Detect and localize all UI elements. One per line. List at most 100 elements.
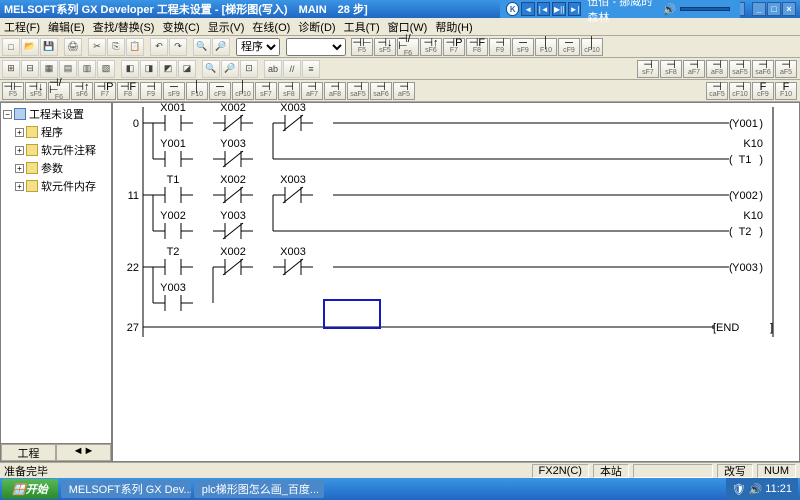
fkey-F7[interactable]: ⊣PF7: [94, 82, 116, 100]
fkey-F7[interactable]: ⊣PF7: [443, 38, 465, 56]
fkey-sF7[interactable]: ⊣sF7: [637, 60, 659, 78]
player-play-button[interactable]: ▶||: [552, 2, 565, 16]
fkey-F5[interactable]: ⊣⊢F5: [351, 38, 373, 56]
fkey-sF7[interactable]: ⊣sF7: [255, 82, 277, 100]
find-button[interactable]: 🔍: [193, 38, 211, 56]
save-button[interactable]: 💾: [40, 38, 58, 56]
menu-project[interactable]: 工程(F): [4, 19, 40, 35]
device-select[interactable]: [286, 38, 346, 56]
new-button[interactable]: □: [2, 38, 20, 56]
fkey-cF9[interactable]: ─cF9: [209, 82, 231, 100]
fkey-F9[interactable]: ⊣F9: [140, 82, 162, 100]
paste-button[interactable]: 📋: [126, 38, 144, 56]
tb2-i[interactable]: ◩: [159, 60, 177, 78]
tb2-zoom-fit[interactable]: ⊡: [240, 60, 258, 78]
tree-root[interactable]: 工程未设置: [29, 106, 84, 122]
fkey-aF5[interactable]: ⊣aF5: [393, 82, 415, 100]
tray-icon[interactable]: 🛡: [732, 483, 746, 496]
menu-search[interactable]: 查找/替换(S): [93, 19, 155, 35]
fkey-F6[interactable]: ⊣/⊢F6: [48, 82, 70, 100]
fkey-saF5[interactable]: ⊣saF5: [347, 82, 369, 100]
fkey-aF5[interactable]: ⊣aF5: [775, 60, 797, 78]
tb2-g[interactable]: ◧: [121, 60, 139, 78]
fkey-saF5[interactable]: ⊣saF5: [729, 60, 751, 78]
fkey-cF10[interactable]: ⊣cF10: [729, 82, 751, 100]
player-logo-icon[interactable]: K: [506, 2, 519, 16]
fkey-F10[interactable]: │F10: [186, 82, 208, 100]
tb2-f[interactable]: ▧: [97, 60, 115, 78]
fkey-aF7[interactable]: ⊣aF7: [301, 82, 323, 100]
fkey-saF6[interactable]: ⊣saF6: [370, 82, 392, 100]
tb2-c[interactable]: ▦: [40, 60, 58, 78]
fkey-sF6[interactable]: ⊣↑sF6: [420, 38, 442, 56]
tb2-j[interactable]: ◪: [178, 60, 196, 78]
taskbar-app-gx[interactable]: MELSOFT系列 GX Dev...: [61, 480, 191, 498]
tb2-h[interactable]: ◨: [140, 60, 158, 78]
fkey-F8[interactable]: ⊣FF8: [466, 38, 488, 56]
fkey-cF9[interactable]: ─cF9: [558, 38, 580, 56]
fkey-sF9[interactable]: ─sF9: [163, 82, 185, 100]
fkey-aF8[interactable]: ⊣aF8: [324, 82, 346, 100]
tb2-zoom-in[interactable]: 🔍: [202, 60, 220, 78]
tree-expand-icon[interactable]: +: [15, 164, 24, 173]
cut-button[interactable]: ✂: [88, 38, 106, 56]
volume-slider[interactable]: [680, 7, 730, 11]
menu-diagnose[interactable]: 诊断(D): [298, 19, 335, 35]
fkey-sF8[interactable]: ⊣sF8: [278, 82, 300, 100]
fkey-F10[interactable]: FF10: [775, 82, 797, 100]
program-select[interactable]: 程序: [236, 38, 280, 56]
fkey-cF9[interactable]: FcF9: [752, 82, 774, 100]
fkey-aF7[interactable]: ⊣aF7: [683, 60, 705, 78]
tb2-d[interactable]: ▤: [59, 60, 77, 78]
print-button[interactable]: 🖨: [64, 38, 82, 56]
player-prev-button[interactable]: ◄: [521, 2, 534, 16]
menu-help[interactable]: 帮助(H): [435, 19, 472, 35]
volume-icon[interactable]: 🔊: [663, 3, 677, 16]
ladder-editor[interactable]: 0X001X002X003()Y001Y001Y003K10()T111T1X0…: [112, 102, 800, 462]
maximize-button[interactable]: □: [767, 2, 781, 16]
tray-icon[interactable]: 🔊: [749, 483, 763, 496]
sidebar-tab-scroll[interactable]: ◄►: [56, 444, 111, 461]
menu-convert[interactable]: 变换(C): [162, 19, 199, 35]
taskbar-app-browser[interactable]: plc梯形图怎么画_百度...: [194, 480, 324, 498]
tb2-zoom-out[interactable]: 🔎: [221, 60, 239, 78]
redo-button[interactable]: ↷: [169, 38, 187, 56]
minimize-button[interactable]: _: [752, 2, 766, 16]
tree-memory[interactable]: 软元件内存: [41, 178, 96, 194]
fkey-sF5[interactable]: ⊣↓sF5: [25, 82, 47, 100]
tb2-e[interactable]: ▥: [78, 60, 96, 78]
menu-edit[interactable]: 编辑(E): [48, 19, 85, 35]
tree-comment[interactable]: 软元件注释: [41, 142, 96, 158]
fkey-F5[interactable]: ⊣⊢F5: [2, 82, 24, 100]
tree-collapse-icon[interactable]: −: [3, 110, 12, 119]
fkey-sF5[interactable]: ⊣↓sF5: [374, 38, 396, 56]
open-button[interactable]: 📂: [21, 38, 39, 56]
tb2-a[interactable]: ⊞: [2, 60, 20, 78]
menu-tools[interactable]: 工具(T): [344, 19, 380, 35]
tb2-note[interactable]: ≡: [302, 60, 320, 78]
fkey-caF5[interactable]: ⊣caF5: [706, 82, 728, 100]
fkey-F6[interactable]: ⊣/⊢F6: [397, 38, 419, 56]
fkey-aF8[interactable]: ⊣aF8: [706, 60, 728, 78]
start-button[interactable]: 🪟 开始: [2, 479, 58, 499]
close-button[interactable]: ×: [782, 2, 796, 16]
fkey-F8[interactable]: ⊣FF8: [117, 82, 139, 100]
tree-expand-icon[interactable]: +: [15, 146, 24, 155]
tree-program[interactable]: 程序: [41, 124, 63, 140]
tb2-label[interactable]: ab: [264, 60, 282, 78]
fkey-saF6[interactable]: ⊣saF6: [752, 60, 774, 78]
find2-button[interactable]: 🔎: [212, 38, 230, 56]
fkey-sF9[interactable]: ─sF9: [512, 38, 534, 56]
menu-view[interactable]: 显示(V): [208, 19, 245, 35]
copy-button[interactable]: ⎘: [107, 38, 125, 56]
player-next-button[interactable]: ►|: [568, 2, 581, 16]
tree-expand-icon[interactable]: +: [15, 182, 24, 191]
fkey-sF8[interactable]: ⊣sF8: [660, 60, 682, 78]
project-tree[interactable]: −工程未设置 +程序 +软元件注释 +参数 +软元件内存: [1, 103, 111, 443]
fkey-F9[interactable]: ⊣F9: [489, 38, 511, 56]
player-rew-button[interactable]: |◄: [537, 2, 550, 16]
fkey-cF10[interactable]: │cF10: [581, 38, 603, 56]
menu-online[interactable]: 在线(O): [252, 19, 290, 35]
sidebar-tab-project[interactable]: 工程: [1, 444, 56, 461]
tree-expand-icon[interactable]: +: [15, 128, 24, 137]
